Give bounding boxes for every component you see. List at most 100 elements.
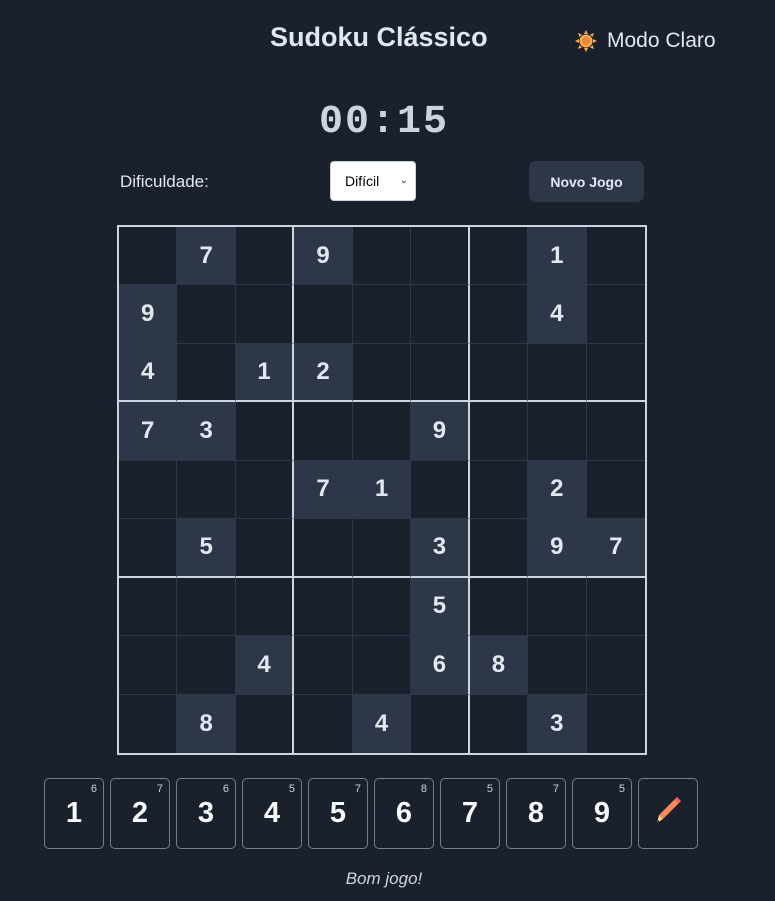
sudoku-cell[interactable]: 3	[411, 519, 470, 578]
sudoku-cell[interactable]: 2	[294, 343, 353, 403]
sudoku-cell[interactable]	[177, 285, 236, 344]
number-key-4[interactable]: 45	[242, 778, 302, 849]
sudoku-cell[interactable]: 4	[528, 285, 587, 344]
sudoku-cell[interactable]	[352, 636, 412, 695]
sudoku-cell[interactable]: 7	[294, 460, 353, 520]
sudoku-cell[interactable]	[411, 343, 470, 403]
number-key-2[interactable]: 27	[110, 778, 170, 849]
sudoku-cell[interactable]	[119, 694, 178, 753]
sudoku-cell[interactable]: 7	[586, 519, 645, 578]
sudoku-cell[interactable]: 9	[528, 519, 587, 578]
sudoku-cell[interactable]	[352, 577, 412, 637]
sudoku-cell[interactable]	[177, 577, 236, 637]
sudoku-cell[interactable]	[177, 343, 236, 403]
sudoku-cell[interactable]: 8	[469, 636, 529, 695]
number-key-digit: 6	[395, 797, 413, 829]
number-key-8[interactable]: 87	[506, 778, 566, 849]
sudoku-cell[interactable]	[119, 227, 178, 286]
sudoku-cell[interactable]	[586, 578, 645, 637]
sudoku-cell[interactable]: 4	[352, 694, 412, 753]
sudoku-cell[interactable]	[528, 636, 587, 695]
sudoku-cell[interactable]	[469, 285, 529, 344]
sudoku-cell[interactable]	[469, 577, 529, 637]
sudoku-cell[interactable]: 4	[119, 343, 178, 403]
sudoku-cell[interactable]: 8	[177, 694, 236, 753]
sudoku-cell[interactable]: 1	[352, 460, 412, 520]
sudoku-cell[interactable]	[352, 402, 412, 461]
sudoku-cell[interactable]	[469, 402, 529, 461]
sudoku-cell[interactable]	[528, 577, 587, 637]
sudoku-cell[interactable]	[528, 402, 587, 461]
sudoku-cell[interactable]	[294, 694, 353, 753]
sudoku-cell[interactable]	[294, 636, 353, 695]
number-key-9[interactable]: 95	[572, 778, 632, 849]
sudoku-cell[interactable]: 5	[177, 519, 236, 578]
sudoku-cell[interactable]	[586, 285, 645, 344]
sudoku-cell[interactable]: 7	[119, 402, 178, 461]
sudoku-cell[interactable]	[587, 695, 645, 753]
sudoku-cell[interactable]	[235, 577, 295, 637]
sudoku-cell[interactable]: 1	[528, 227, 587, 286]
sudoku-cell[interactable]	[119, 577, 178, 637]
number-key-7[interactable]: 75	[440, 778, 500, 849]
sudoku-cell[interactable]	[235, 402, 295, 461]
sudoku-cell[interactable]: 3	[177, 402, 236, 461]
sudoku-cell[interactable]: 1	[235, 343, 295, 403]
sudoku-cell[interactable]: 9	[411, 402, 470, 461]
sudoku-cell[interactable]	[294, 402, 353, 461]
new-game-button[interactable]: Novo Jogo	[529, 161, 644, 202]
sudoku-cell[interactable]	[119, 460, 178, 520]
sudoku-cell[interactable]	[586, 402, 645, 461]
sudoku-cell[interactable]	[586, 636, 645, 695]
sudoku-cell[interactable]	[411, 460, 470, 520]
difficulty-label: Dificuldade:	[120, 172, 209, 191]
sudoku-cell[interactable]	[586, 227, 645, 286]
sudoku-cell[interactable]	[177, 460, 236, 520]
sudoku-cell[interactable]	[294, 285, 353, 344]
sudoku-cell[interactable]	[411, 227, 470, 286]
sudoku-cell[interactable]	[528, 343, 587, 403]
sudoku-cell[interactable]	[177, 636, 236, 695]
number-key-digit: 9	[593, 797, 611, 829]
sudoku-cell[interactable]	[352, 343, 412, 403]
number-key-5[interactable]: 57	[308, 778, 368, 849]
sudoku-cell[interactable]	[294, 577, 353, 637]
sudoku-cell[interactable]	[235, 285, 295, 344]
page-title: Sudoku Clássico	[270, 22, 488, 52]
sudoku-cell[interactable]	[119, 519, 178, 578]
sudoku-cell[interactable]: 4	[235, 636, 295, 695]
chevron-down-icon: ⌄	[399, 175, 408, 186]
sudoku-cell[interactable]	[411, 694, 470, 753]
theme-toggle-button[interactable]: Modo Claro	[575, 27, 716, 55]
difficulty-select[interactable]: Difícil ⌄	[330, 161, 416, 201]
sudoku-cell[interactable]: 6	[411, 636, 470, 695]
sudoku-cell[interactable]	[352, 519, 412, 578]
sudoku-cell[interactable]	[352, 285, 412, 344]
sudoku-cell[interactable]	[119, 636, 178, 695]
sudoku-cell[interactable]: 5	[411, 577, 470, 637]
sudoku-cell[interactable]	[586, 344, 645, 403]
sudoku-cell[interactable]: 3	[528, 694, 587, 753]
sudoku-cell[interactable]	[352, 227, 412, 286]
notes-toggle-button[interactable]	[638, 778, 698, 849]
sudoku-cell[interactable]	[235, 460, 295, 520]
sudoku-cell[interactable]	[411, 285, 470, 344]
number-key-1[interactable]: 16	[44, 778, 104, 849]
number-key-3[interactable]: 36	[176, 778, 236, 849]
sudoku-cell[interactable]	[235, 519, 295, 578]
sudoku-cell[interactable]: 7	[177, 227, 236, 286]
sudoku-cell[interactable]: 2	[528, 460, 587, 520]
sudoku-cell[interactable]: 9	[294, 227, 353, 286]
sudoku-cell[interactable]: 9	[119, 285, 178, 344]
sudoku-cell[interactable]	[294, 519, 353, 578]
pencil-icon	[651, 793, 685, 835]
sudoku-cell[interactable]	[469, 519, 529, 578]
sudoku-cell[interactable]	[469, 343, 529, 403]
sudoku-cell[interactable]	[235, 227, 295, 286]
sudoku-cell[interactable]	[469, 227, 529, 286]
sudoku-cell[interactable]	[236, 694, 295, 753]
sudoku-cell[interactable]	[469, 460, 529, 520]
sudoku-cell[interactable]	[470, 694, 529, 753]
sudoku-cell[interactable]	[586, 461, 645, 520]
number-key-6[interactable]: 68	[374, 778, 434, 849]
